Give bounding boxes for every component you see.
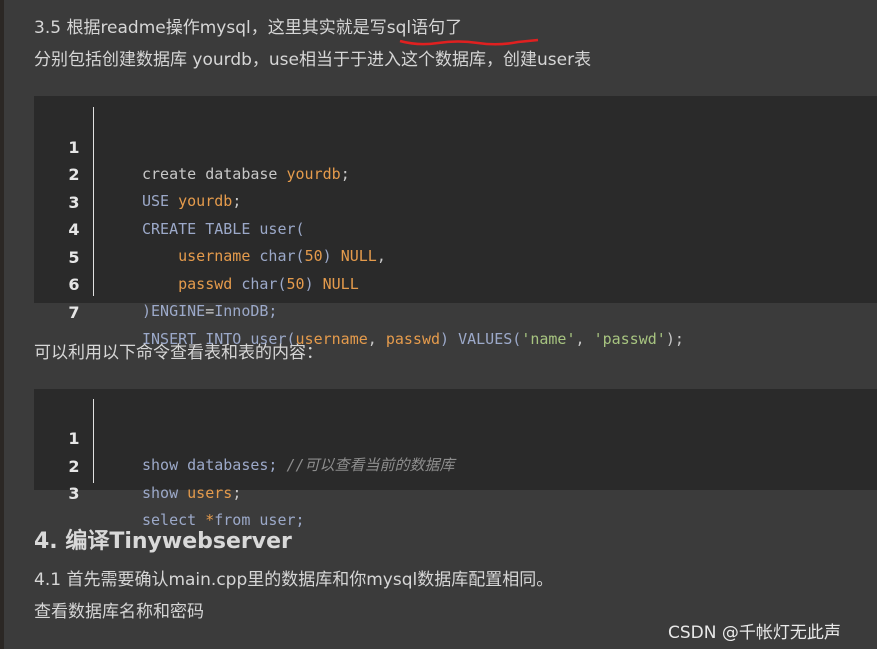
code-line: 5 passwd char(50) NULL <box>34 217 877 293</box>
code-line: 1 show databases; //可以查看当前的数据库 <box>34 398 877 474</box>
code-token: ) VALUES( <box>440 330 522 348</box>
code-line: 7 INSERT INTO user(username, passwd) VAL… <box>34 272 877 348</box>
code-line: 3 select *from user; <box>34 453 877 529</box>
code-token: InnoDB; <box>214 302 278 320</box>
section-3-5-description: 分别包括创建数据库 yourdb，use相当于于进入这个数据库，创建user表 <box>34 50 592 70</box>
line-number: 3 <box>68 484 80 503</box>
code-token: ; <box>232 484 242 502</box>
code-block-sql-show: 1 show databases; //可以查看当前的数据库 2 show us… <box>34 389 877 529</box>
section-3-5-title: 3.5 根据readme操作mysql，这里其实就是写sql语句了 <box>34 18 463 38</box>
code-token: ); <box>665 330 684 348</box>
code-token: users <box>187 484 233 502</box>
code-token: show <box>142 484 188 502</box>
code-token: 'passwd' <box>593 330 666 348</box>
code-line: 2 USE yourdb; <box>34 134 877 210</box>
code-token: passwd <box>385 330 441 348</box>
code-token: , <box>367 330 386 348</box>
red-underline-annotation <box>399 38 539 46</box>
code-line: 4 username char(50) NULL, <box>34 189 877 265</box>
code-token: = <box>205 302 215 320</box>
code-line: 6 )ENGINE=InnoDB; <box>34 244 877 320</box>
code-token: 'name' <box>521 330 576 348</box>
view-tables-text: 可以利用以下命令查看表和表的内容： <box>34 343 323 363</box>
code-line: 1 create database yourdb; <box>34 107 877 183</box>
code-line: 3 CREATE TABLE user( <box>34 162 877 238</box>
csdn-watermark: CSDN @千帐灯无此声 <box>668 623 841 643</box>
section-4-1-text: 4.1 首先需要确认main.cpp里的数据库和你mysql数据库配置相同。 <box>34 570 554 590</box>
code-token: , <box>575 330 594 348</box>
code-block-sql-create: 1 create database yourdb; 2 USE yourdb; … <box>34 96 877 348</box>
section-4-heading: 4. 编译Tinywebserver <box>34 529 292 554</box>
line-number: 7 <box>68 303 80 322</box>
code-line: 2 show users; <box>34 426 877 502</box>
section-4-1-subtext: 查看数据库名称和密码 <box>34 602 204 622</box>
code-token: )ENGINE <box>142 302 206 320</box>
